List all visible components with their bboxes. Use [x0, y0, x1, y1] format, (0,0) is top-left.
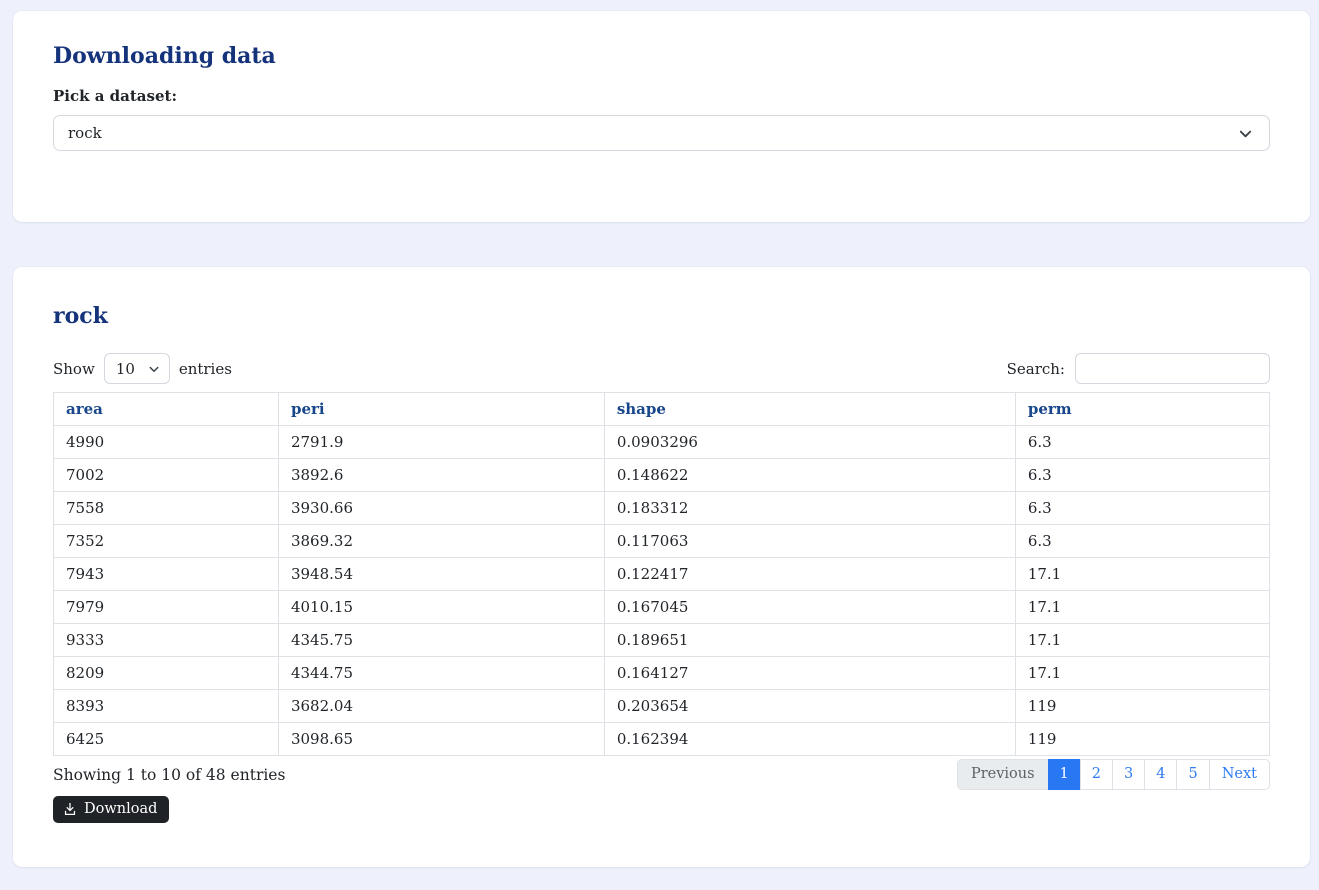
- download-icon: [63, 802, 77, 816]
- table-row[interactable]: 75583930.660.1833126.3: [54, 492, 1270, 525]
- table-cell: 3948.54: [278, 558, 604, 591]
- table-cell: 6.3: [1015, 426, 1269, 459]
- download-card: Downloading data Pick a dataset: rock: [13, 11, 1310, 222]
- table-cell: 4010.15: [278, 591, 604, 624]
- table-cell: 119: [1015, 723, 1269, 756]
- table-cell: 3869.32: [278, 525, 604, 558]
- table-cell: 3098.65: [278, 723, 604, 756]
- table-cell: 7002: [54, 459, 279, 492]
- table-cell: 7943: [54, 558, 279, 591]
- column-header-shape[interactable]: shape: [604, 393, 1015, 426]
- pagination-page-3[interactable]: 3: [1112, 759, 1145, 790]
- table-row[interactable]: 79794010.150.16704517.1: [54, 591, 1270, 624]
- table-cell: 3892.6: [278, 459, 604, 492]
- table-cell: 7352: [54, 525, 279, 558]
- table-cell: 0.164127: [604, 657, 1015, 690]
- show-label: Show: [53, 360, 95, 378]
- table-cell: 0.167045: [604, 591, 1015, 624]
- table-cell: 0.122417: [604, 558, 1015, 591]
- table-controls: Show 10 entries Search:: [53, 353, 1270, 384]
- table-cell: 3682.04: [278, 690, 604, 723]
- pagination-page-1[interactable]: 1: [1048, 759, 1081, 790]
- table-row[interactable]: 73523869.320.1170636.3: [54, 525, 1270, 558]
- pagination-page-4[interactable]: 4: [1144, 759, 1177, 790]
- table-cell: 0.203654: [604, 690, 1015, 723]
- table-cell: 6.3: [1015, 525, 1269, 558]
- table-cell: 6425: [54, 723, 279, 756]
- table-row[interactable]: 49902791.90.09032966.3: [54, 426, 1270, 459]
- pagination-previous-button[interactable]: Previous: [957, 759, 1049, 790]
- download-button-label: Download: [84, 801, 157, 817]
- pagination-page-5[interactable]: 5: [1176, 759, 1209, 790]
- table-cell: 0.189651: [604, 624, 1015, 657]
- table-cell: 119: [1015, 690, 1269, 723]
- table-cell: 7558: [54, 492, 279, 525]
- table-cell: 8393: [54, 690, 279, 723]
- table-title: rock: [53, 303, 1270, 329]
- table-row[interactable]: 82094344.750.16412717.1: [54, 657, 1270, 690]
- length-control: Show 10 entries: [53, 353, 232, 384]
- dataset-select-value: rock: [68, 124, 102, 142]
- download-button[interactable]: Download: [53, 796, 169, 823]
- table-row[interactable]: 83933682.040.203654119: [54, 690, 1270, 723]
- pagination-page-2[interactable]: 2: [1080, 759, 1113, 790]
- table-header-row: areaperishapeperm: [54, 393, 1270, 426]
- table-cell: 0.148622: [604, 459, 1015, 492]
- table-cell: 0.162394: [604, 723, 1015, 756]
- table-cell: 17.1: [1015, 591, 1269, 624]
- data-table: areaperishapeperm 49902791.90.09032966.3…: [53, 392, 1270, 756]
- table-cell: 7979: [54, 591, 279, 624]
- entries-label: entries: [179, 360, 232, 378]
- entries-select-value: 10: [116, 360, 135, 378]
- table-body: 49902791.90.09032966.370023892.60.148622…: [54, 426, 1270, 756]
- table-cell: 0.183312: [604, 492, 1015, 525]
- dataset-label: Pick a dataset:: [53, 87, 1270, 105]
- table-row[interactable]: 79433948.540.12241717.1: [54, 558, 1270, 591]
- table-cell: 6.3: [1015, 459, 1269, 492]
- column-header-peri[interactable]: peri: [278, 393, 604, 426]
- table-cell: 3930.66: [278, 492, 604, 525]
- dataset-select[interactable]: rock: [53, 115, 1270, 151]
- table-cell: 9333: [54, 624, 279, 657]
- chevron-down-icon: [1238, 126, 1253, 141]
- entries-select[interactable]: 10: [104, 353, 170, 384]
- pagination: Previous 12345 Next: [957, 759, 1270, 790]
- column-header-perm[interactable]: perm: [1015, 393, 1269, 426]
- table-row[interactable]: 64253098.650.162394119: [54, 723, 1270, 756]
- table-card: rock Show 10 entries Search: areaperisha…: [13, 267, 1310, 867]
- table-cell: 0.0903296: [604, 426, 1015, 459]
- table-row[interactable]: 93334345.750.18965117.1: [54, 624, 1270, 657]
- pagination-next-button[interactable]: Next: [1209, 759, 1270, 790]
- table-cell: 6.3: [1015, 492, 1269, 525]
- search-input[interactable]: [1075, 353, 1270, 384]
- table-cell: 17.1: [1015, 657, 1269, 690]
- column-header-area[interactable]: area: [54, 393, 279, 426]
- table-cell: 4344.75: [278, 657, 604, 690]
- table-footer: Showing 1 to 10 of 48 entries Previous 1…: [53, 759, 1270, 790]
- table-row[interactable]: 70023892.60.1486226.3: [54, 459, 1270, 492]
- table-cell: 8209: [54, 657, 279, 690]
- table-cell: 4345.75: [278, 624, 604, 657]
- table-info: Showing 1 to 10 of 48 entries: [53, 766, 285, 784]
- search-control: Search:: [1007, 353, 1270, 384]
- table-cell: 17.1: [1015, 558, 1269, 591]
- page-title: Downloading data: [53, 43, 1270, 69]
- table-cell: 2791.9: [278, 426, 604, 459]
- chevron-down-icon: [148, 363, 160, 375]
- search-label: Search:: [1007, 360, 1065, 378]
- table-cell: 4990: [54, 426, 279, 459]
- table-cell: 0.117063: [604, 525, 1015, 558]
- table-cell: 17.1: [1015, 624, 1269, 657]
